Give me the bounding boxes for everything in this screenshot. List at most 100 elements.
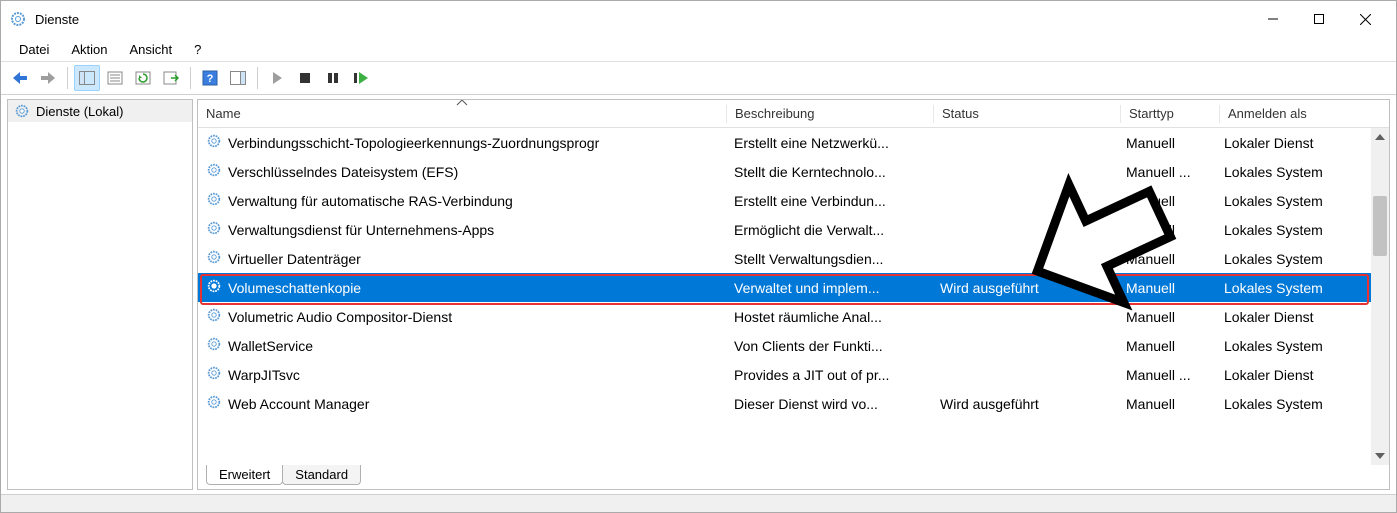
- column-header-starttype[interactable]: Starttyp: [1121, 106, 1219, 121]
- gear-icon: [206, 220, 222, 239]
- service-row[interactable]: Verbindungsschicht-Topologieerkennungs-Z…: [198, 128, 1389, 157]
- toolbar-separator: [190, 67, 191, 89]
- service-name: WarpJITsvc: [228, 367, 300, 383]
- gear-icon: [206, 162, 222, 181]
- stop-service-button[interactable]: [292, 65, 318, 91]
- app-icon: [9, 10, 27, 28]
- service-name: Volumetric Audio Compositor-Dienst: [228, 309, 452, 325]
- service-login: Lokales System: [1216, 280, 1362, 296]
- toolbar-separator: [257, 67, 258, 89]
- maximize-button[interactable]: [1296, 4, 1342, 34]
- service-starttype: Manuell: [1118, 222, 1216, 238]
- view-tabs: Erweitert Standard: [198, 465, 1389, 489]
- scrollbar-thumb[interactable]: [1373, 196, 1387, 256]
- menu-help[interactable]: ?: [184, 40, 211, 59]
- service-row[interactable]: WarpJITsvc Provides a JIT out of pr... Man…: [198, 360, 1389, 389]
- gear-icon: [206, 394, 222, 413]
- service-description: Stellt die Kerntechnolo...: [726, 164, 932, 180]
- content-area: Dienste (Lokal) Name Beschreibung Status…: [1, 95, 1396, 494]
- toolbar-separator: [67, 67, 68, 89]
- service-row[interactable]: Virtueller Datenträger Stellt Verwaltungs…: [198, 244, 1389, 273]
- service-status: Wird ausgeführt: [932, 396, 1118, 412]
- gear-icon: [206, 278, 222, 297]
- service-description: Von Clients der Funkti...: [726, 338, 932, 354]
- tab-extended[interactable]: Erweitert: [206, 465, 283, 485]
- close-button[interactable]: [1342, 4, 1388, 34]
- service-description: Verwaltet und implem...: [726, 280, 932, 296]
- service-row[interactable]: Web Account ManagerDieser Dienst wird vo…: [198, 389, 1389, 418]
- service-login: Lokales System: [1216, 193, 1362, 209]
- start-service-button[interactable]: [264, 65, 290, 91]
- gear-icon: [14, 103, 30, 119]
- menu-action[interactable]: Aktion: [61, 40, 117, 59]
- scroll-up-button[interactable]: [1371, 128, 1389, 146]
- gear-icon: [206, 191, 222, 210]
- sidebar-tree[interactable]: Dienste (Lokal): [7, 99, 193, 490]
- restart-service-button[interactable]: [348, 65, 374, 91]
- service-status: Wird ausgeführt: [932, 280, 1118, 296]
- service-starttype: Manuell ...: [1118, 367, 1216, 383]
- service-login: Lokaler Dienst: [1216, 367, 1362, 383]
- service-description: Stellt Verwaltungsdien...: [726, 251, 932, 267]
- pause-service-button[interactable]: [320, 65, 346, 91]
- service-name: WalletService: [228, 338, 313, 354]
- minimize-button[interactable]: [1250, 4, 1296, 34]
- window-title: Dienste: [35, 12, 1250, 27]
- service-starttype: Manuell: [1118, 251, 1216, 267]
- service-name: Verschlüsselndes Dateisystem (EFS): [228, 164, 458, 180]
- service-row[interactable]: Volumeschattenkopie Verwaltet und implem.…: [198, 273, 1389, 302]
- service-name: Verwaltungsdienst für Unternehmens-Apps: [228, 222, 494, 238]
- menu-view[interactable]: Ansicht: [120, 40, 183, 59]
- show-hide-tree-button[interactable]: [74, 65, 100, 91]
- export-list-button[interactable]: [158, 65, 184, 91]
- service-starttype: Manuell: [1118, 338, 1216, 354]
- service-description: Erstellt eine Netzwerkü...: [726, 135, 932, 151]
- service-row[interactable]: WalletService Von Clients der Funkti... Ma…: [198, 331, 1389, 360]
- service-starttype: Manuell ...: [1118, 164, 1216, 180]
- window-controls: [1250, 4, 1388, 34]
- column-header-name[interactable]: Name: [198, 106, 726, 121]
- service-description: Hostet räumliche Anal...: [726, 309, 932, 325]
- nav-back-button[interactable]: [7, 65, 33, 91]
- service-login: Lokales System: [1216, 396, 1362, 412]
- service-row[interactable]: Verwaltungsdienst für Unternehmens-Apps E…: [198, 215, 1389, 244]
- show-hide-action-pane-button[interactable]: [225, 65, 251, 91]
- service-name: Virtueller Datenträger: [228, 251, 361, 267]
- refresh-button[interactable]: [130, 65, 156, 91]
- tree-item-label: Dienste (Lokal): [36, 104, 123, 119]
- vertical-scrollbar[interactable]: [1371, 128, 1389, 465]
- tree-item-services-local[interactable]: Dienste (Lokal): [8, 100, 192, 122]
- service-name: Volumeschattenkopie: [228, 280, 361, 296]
- services-list: Name Beschreibung Status Starttyp Anmeld…: [198, 100, 1389, 465]
- tab-standard[interactable]: Standard: [282, 465, 361, 485]
- list-rows: Verbindungsschicht-Topologieerkennungs-Z…: [198, 128, 1389, 418]
- menu-file[interactable]: Datei: [9, 40, 59, 59]
- service-description: Provides a JIT out of pr...: [726, 367, 932, 383]
- service-row[interactable]: Verwaltung für automatische RAS-Verbindu…: [198, 186, 1389, 215]
- column-header-login[interactable]: Anmelden als: [1220, 106, 1366, 121]
- service-login: Lokales System: [1216, 164, 1362, 180]
- menubar: Datei Aktion Ansicht ?: [1, 37, 1396, 61]
- service-login: Lokaler Dienst: [1216, 309, 1362, 325]
- help-button[interactable]: ?: [197, 65, 223, 91]
- service-login: Lokales System: [1216, 338, 1362, 354]
- service-name: Web Account Manager: [228, 396, 369, 412]
- service-starttype: Manuell: [1118, 309, 1216, 325]
- gear-icon: [206, 336, 222, 355]
- column-header-description[interactable]: Beschreibung: [727, 106, 933, 121]
- svg-text:?: ?: [207, 73, 214, 85]
- scrollbar-track[interactable]: [1371, 146, 1389, 447]
- titlebar: Dienste: [1, 1, 1396, 37]
- column-header-status[interactable]: Status: [934, 106, 1120, 121]
- service-row[interactable]: Verschlüsselndes Dateisystem (EFS) Stellt…: [198, 157, 1389, 186]
- service-starttype: Manuell: [1118, 193, 1216, 209]
- properties-button[interactable]: [102, 65, 128, 91]
- service-name: Verbindungsschicht-Topologieerkennungs-Z…: [228, 135, 599, 151]
- service-description: Ermöglicht die Verwalt...: [726, 222, 932, 238]
- service-starttype: Manuell: [1118, 396, 1216, 412]
- window: Dienste Datei Aktion Ansicht ? ?: [0, 0, 1397, 513]
- nav-forward-button[interactable]: [35, 65, 61, 91]
- scroll-down-button[interactable]: [1371, 447, 1389, 465]
- service-row[interactable]: Volumetric Audio Compositor-Dienst Hostet…: [198, 302, 1389, 331]
- toolbar: ?: [1, 61, 1396, 95]
